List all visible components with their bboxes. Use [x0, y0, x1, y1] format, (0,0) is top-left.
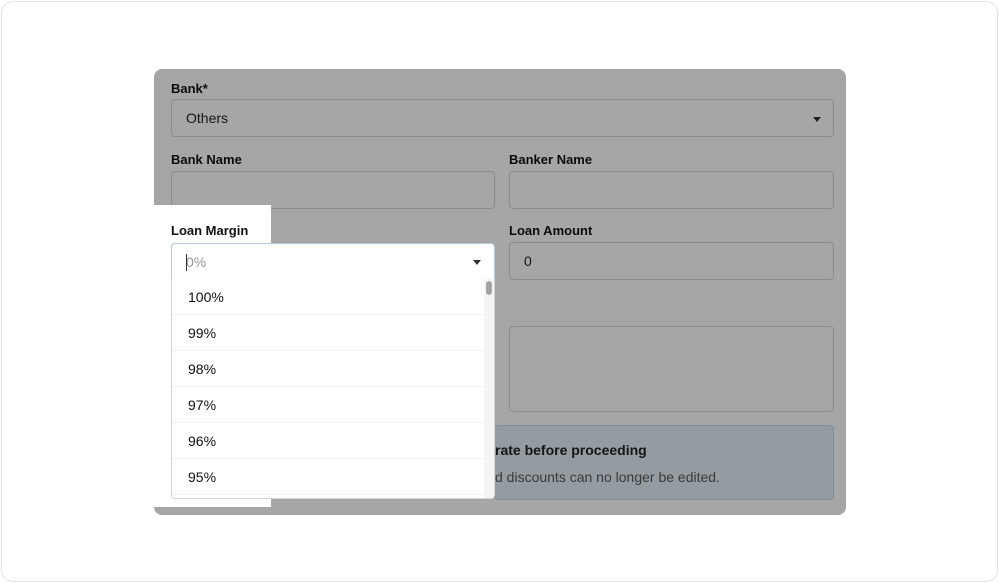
loan-margin-option[interactable]: 95% [172, 459, 494, 495]
loan-margin-label: Loan Margin [171, 223, 249, 238]
loan-margin-option[interactable]: 99% [172, 315, 494, 351]
loan-margin-input[interactable]: 0% [171, 243, 495, 280]
dropdown-scrollbar[interactable] [484, 279, 494, 498]
confirmation-alert: rate before proceeding d discounts can n… [494, 425, 834, 500]
loan-amount-label: Loan Amount [509, 223, 593, 238]
loan-amount-input[interactable]: 0 [509, 242, 834, 280]
loan-amount-value: 0 [524, 253, 532, 269]
loan-margin-option[interactable]: 97% [172, 387, 494, 423]
bank-label: Bank* [171, 81, 208, 96]
chevron-down-icon [473, 260, 481, 265]
loan-margin-option[interactable]: 98% [172, 351, 494, 387]
bank-name-input[interactable] [171, 171, 495, 209]
scrollbar-thumb[interactable] [486, 281, 492, 295]
notes-textarea[interactable] [509, 326, 834, 412]
bank-name-label: Bank Name [171, 152, 242, 167]
banker-name-input[interactable] [509, 171, 834, 209]
loan-margin-option[interactable]: 100% [172, 279, 494, 315]
alert-text: d discounts can no longer be edited. [495, 469, 720, 485]
loan-margin-dropdown[interactable]: 100% 99% 98% 97% 96% 95% [171, 279, 495, 499]
loan-margin-option[interactable]: 96% [172, 423, 494, 459]
bank-select-value: Others [186, 110, 229, 126]
bank-select[interactable]: Others [171, 99, 834, 137]
alert-title: rate before proceeding [495, 442, 647, 458]
banker-name-label: Banker Name [509, 152, 593, 167]
loan-margin-placeholder: 0% [186, 253, 207, 270]
text-cursor [186, 254, 187, 271]
chevron-down-icon [813, 117, 821, 122]
